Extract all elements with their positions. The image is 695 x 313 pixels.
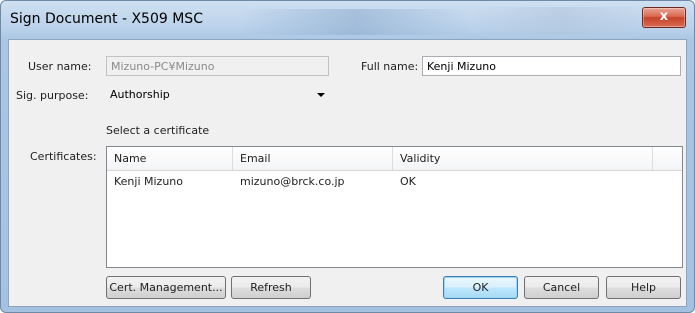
certificates-list-header: Name Email Validity (107, 147, 682, 171)
title-bar-background (471, 7, 651, 35)
column-header-email[interactable]: Email (233, 147, 393, 170)
full-name-label: Full name: (361, 60, 419, 73)
select-certificate-heading: Select a certificate (106, 124, 210, 137)
column-header-validity[interactable]: Validity (393, 147, 653, 170)
full-name-value: Kenji Mizuno (427, 60, 497, 73)
help-button[interactable]: Help (606, 276, 681, 299)
cert-management-button[interactable]: Cert. Management... (106, 276, 226, 299)
title-bar[interactable]: Sign Document - X509 MSC x (1, 1, 694, 39)
close-icon: x (659, 9, 669, 24)
full-name-field[interactable]: Kenji Mizuno (422, 56, 681, 76)
certificate-validity-cell: OK (400, 175, 416, 188)
sig-purpose-dropdown[interactable]: Authorship (106, 85, 331, 105)
certificates-list[interactable]: Name Email Validity Kenji Mizuno mizuno@… (106, 146, 683, 268)
user-name-value: Mizuno-PC¥Mizuno (111, 60, 215, 73)
ok-button[interactable]: OK (443, 276, 518, 299)
certificates-label: Certificates: (30, 150, 97, 163)
sig-purpose-label: Sig. purpose: (16, 89, 89, 102)
title-bar-background (241, 9, 471, 35)
column-header-name[interactable]: Name (107, 147, 233, 170)
certificate-email-cell: mizuno@brck.co.jp (240, 175, 345, 188)
chevron-down-icon (317, 93, 325, 97)
sign-document-dialog: Sign Document - X509 MSC x User name: Mi… (0, 0, 695, 313)
user-name-field: Mizuno-PC¥Mizuno (106, 56, 329, 76)
close-button[interactable]: x (642, 7, 686, 28)
window-title: Sign Document - X509 MSC (10, 11, 203, 27)
user-name-label: User name: (28, 60, 92, 73)
refresh-button[interactable]: Refresh (231, 276, 311, 299)
cancel-button[interactable]: Cancel (524, 276, 599, 299)
certificate-name-cell: Kenji Mizuno (114, 175, 184, 188)
table-row[interactable]: Kenji Mizuno mizuno@brck.co.jp OK (107, 172, 682, 192)
sig-purpose-value: Authorship (110, 88, 170, 101)
dialog-content: User name: Mizuno-PC¥Mizuno Full name: K… (8, 39, 687, 307)
